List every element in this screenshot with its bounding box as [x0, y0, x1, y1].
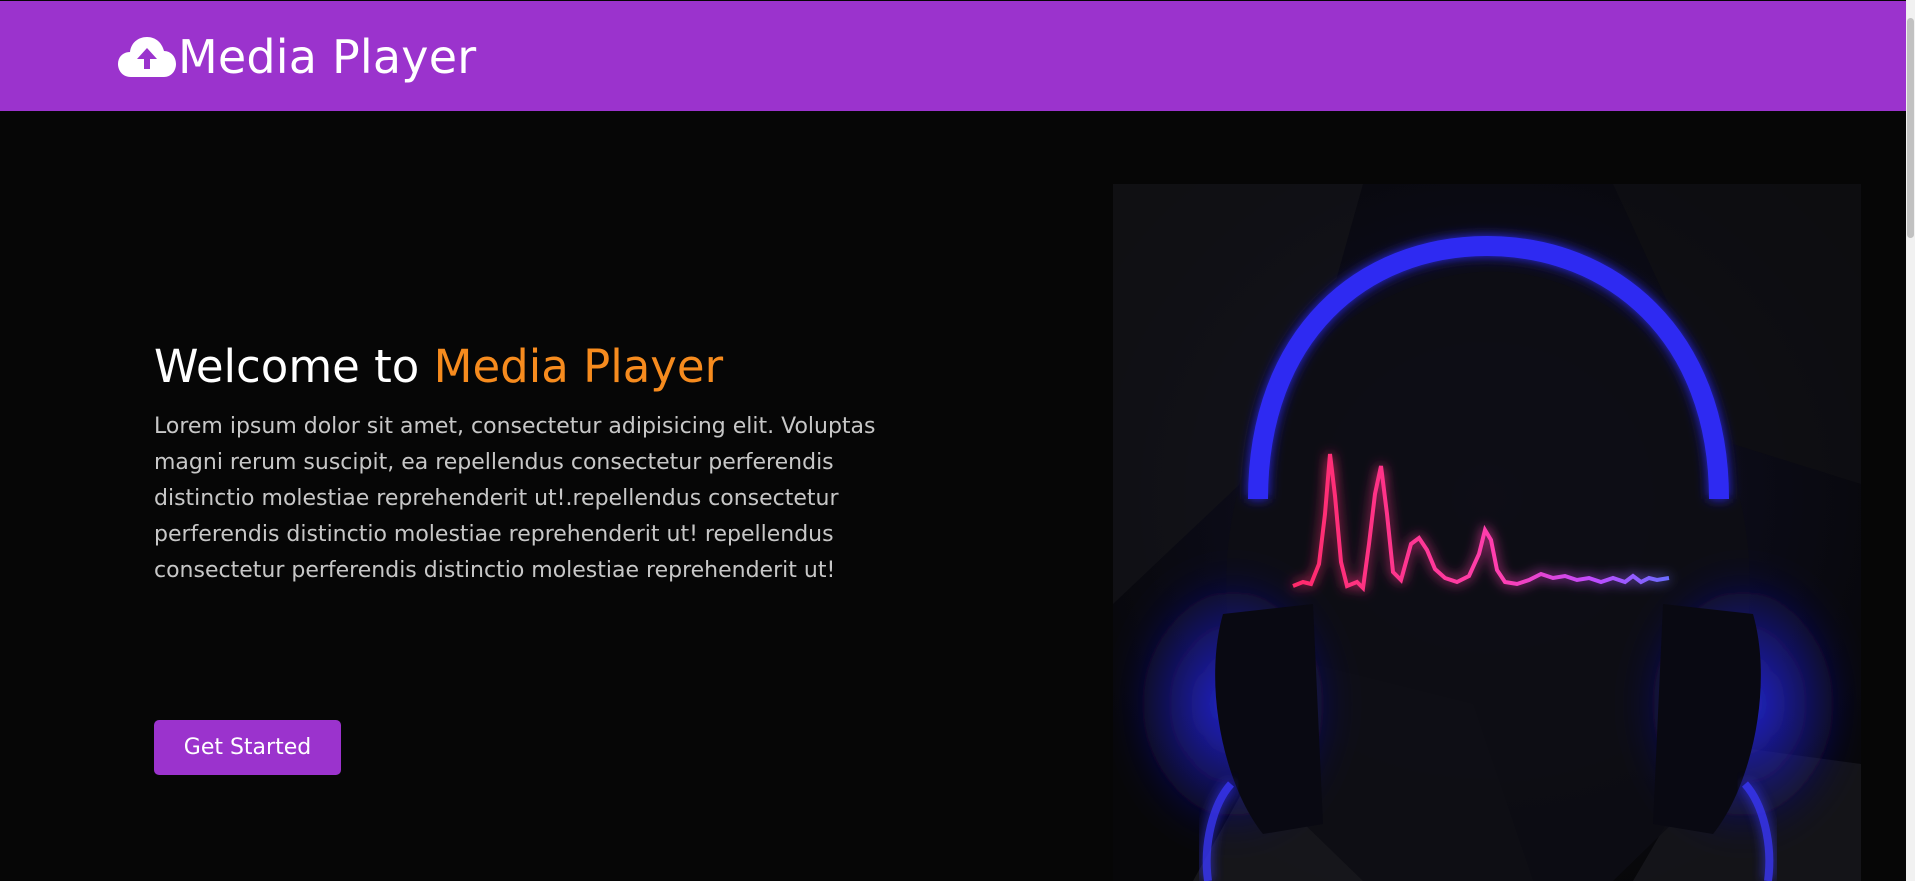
- hero-heading-accent: Media Player: [433, 340, 724, 393]
- brand-link[interactable]: Media Player: [116, 25, 476, 89]
- page: Media Player Welcome to Media Player Lor…: [0, 0, 1915, 881]
- vertical-scrollbar[interactable]: [1906, 0, 1915, 881]
- navbar: Media Player: [0, 1, 1912, 111]
- headphones-heartbeat-image: [1113, 184, 1861, 881]
- hero-heading: Welcome to Media Player: [154, 335, 914, 399]
- hero-heading-prefix: Welcome to: [154, 340, 434, 393]
- hero-description: Lorem ipsum dolor sit amet, consectetur …: [154, 414, 876, 583]
- hero-section: Welcome to Media Player Lorem ipsum dolo…: [154, 335, 914, 589]
- get-started-button[interactable]: Get Started: [154, 720, 341, 775]
- cloud-upload-icon: [118, 37, 176, 77]
- brand-title: Media Player: [178, 30, 477, 84]
- hero-image: [1113, 184, 1861, 881]
- scrollbar-thumb[interactable]: [1907, 18, 1914, 238]
